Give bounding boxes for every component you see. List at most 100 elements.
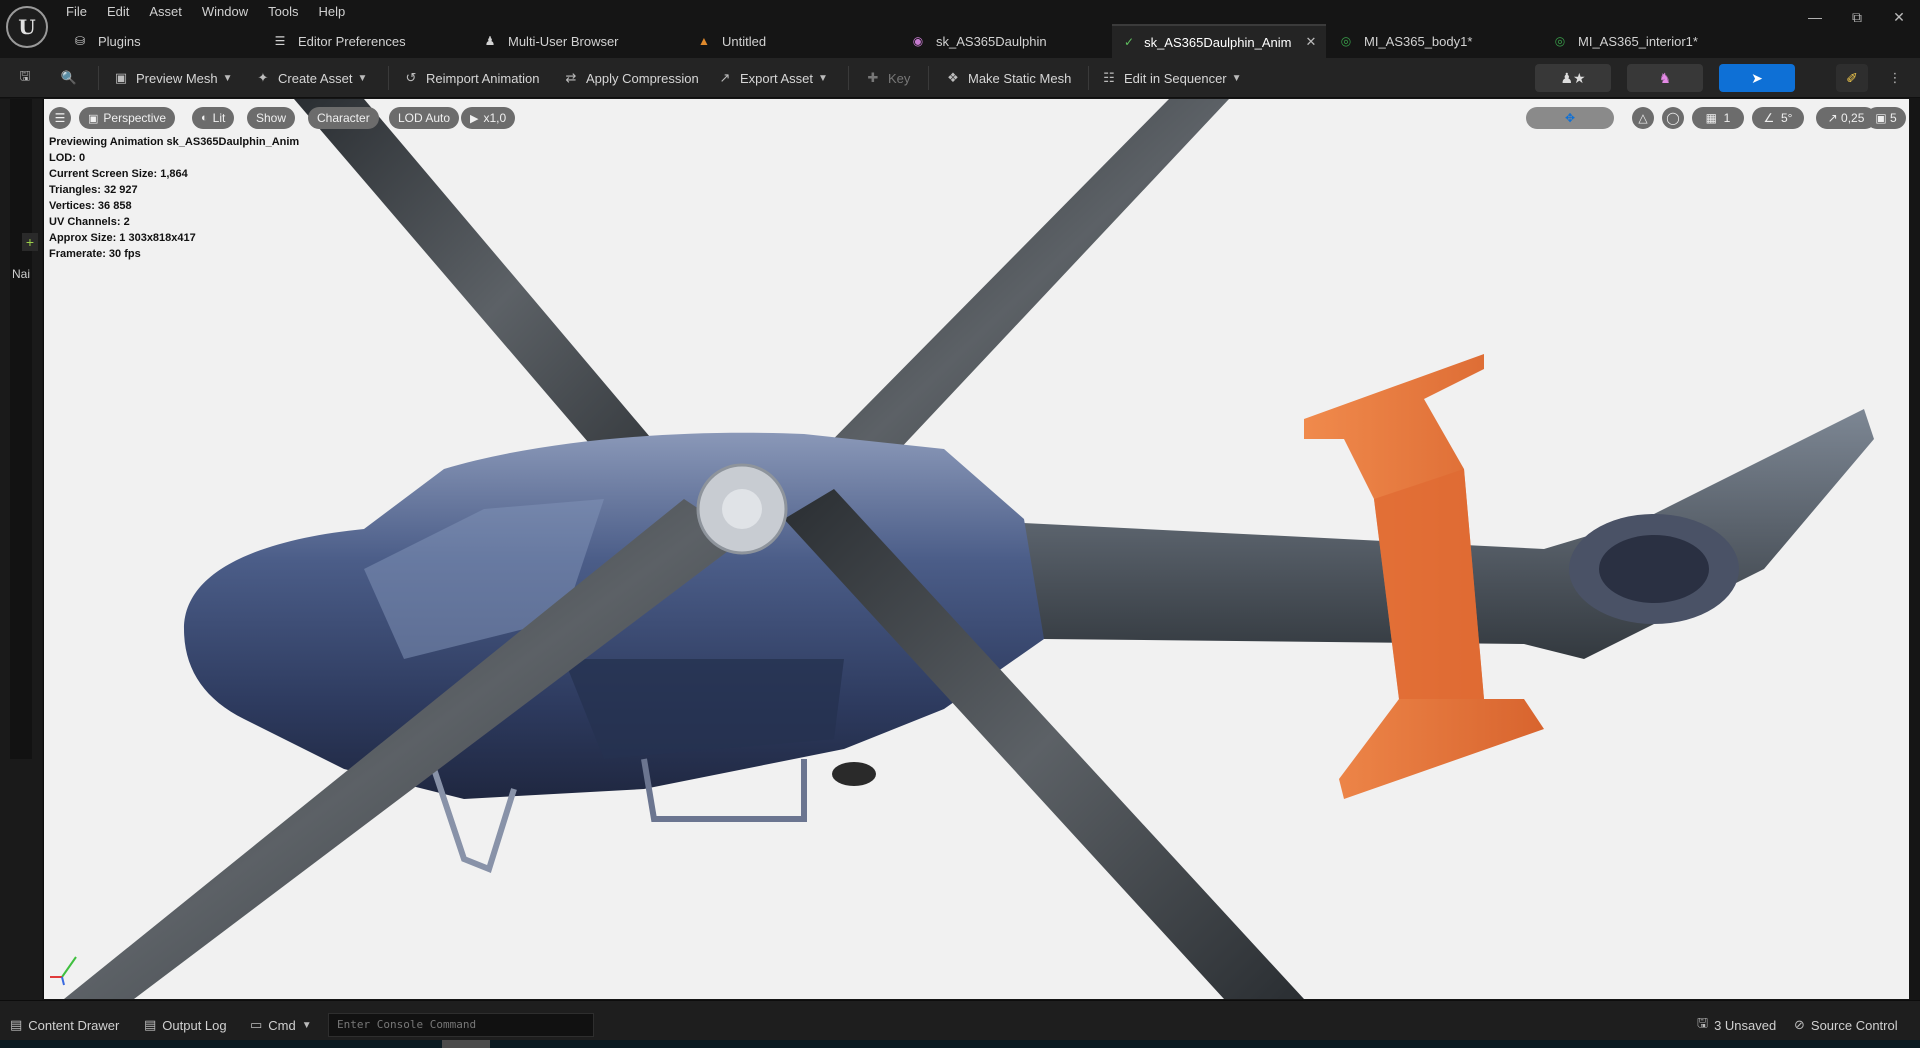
tab-editor-preferences[interactable]: ☰ Editor Preferences bbox=[260, 24, 470, 58]
skeleton-mode-icon: ♟★ bbox=[1560, 69, 1586, 86]
stat-line: Vertices: 36 858 bbox=[49, 200, 132, 212]
plug-icon: ⛁ bbox=[74, 34, 86, 48]
grid-icon: ▦ bbox=[1705, 111, 1717, 125]
cube-icon: ▣ bbox=[88, 112, 99, 125]
make-static-mesh-button[interactable]: ❖ Make Static Mesh bbox=[944, 58, 1071, 98]
material-instance-icon: ◎ bbox=[1554, 34, 1566, 48]
create-asset-button[interactable]: ✦ Create Asset ▼ bbox=[254, 58, 368, 98]
chevron-down-icon: ▼ bbox=[357, 72, 368, 84]
browse-icon: 🔍 bbox=[60, 70, 78, 85]
menu-edit[interactable]: Edit bbox=[97, 2, 139, 22]
log-icon: ▤ bbox=[144, 1017, 157, 1032]
edit-in-sequencer-button[interactable]: ☷ Edit in Sequencer ▼ bbox=[1100, 58, 1242, 98]
toolbar-divider bbox=[848, 66, 849, 90]
stat-line: LOD: 0 bbox=[49, 152, 86, 164]
chevron-down-icon: ▼ bbox=[817, 72, 828, 84]
tab-mi-interior[interactable]: ◎ MI_AS365_interior1* bbox=[1540, 24, 1754, 58]
minimize-icon[interactable]: — bbox=[1794, 0, 1836, 34]
camera-icon: ▣ bbox=[1875, 111, 1887, 125]
tab-mi-body[interactable]: ◎ MI_AS365_body1* bbox=[1326, 24, 1540, 58]
stat-line: Previewing Animation sk_AS365Daulphin_An… bbox=[49, 136, 300, 148]
lit-button[interactable]: ◐ Lit bbox=[192, 107, 235, 129]
create-asset-icon: ✦ bbox=[257, 70, 269, 85]
scrollbar-thumb[interactable] bbox=[442, 1040, 490, 1048]
tab-plugins[interactable]: ⛁ Plugins bbox=[60, 24, 260, 58]
tab-multi-user-browser[interactable]: ♟ Multi-User Browser bbox=[470, 24, 684, 58]
add-icon[interactable]: + bbox=[22, 233, 38, 251]
tab-skeleton[interactable]: ◉ sk_AS365Daulphin bbox=[898, 24, 1112, 58]
terminal-icon: ▭ bbox=[250, 1017, 263, 1032]
console-input[interactable]: Enter Console Command bbox=[328, 1013, 594, 1037]
key-button[interactable]: ✚ Key bbox=[864, 58, 911, 98]
axis-gizmo-icon bbox=[50, 956, 77, 986]
level-icon: ▲ bbox=[698, 34, 710, 48]
surface-snap-icon: △ bbox=[1638, 111, 1648, 125]
angle-icon: ∠ bbox=[1763, 111, 1775, 125]
move-icon: ✥ bbox=[1564, 111, 1576, 125]
preview-viewport[interactable]: ☰ ▣ Perspective ◐ Lit Show Character LOD A… bbox=[43, 99, 1909, 999]
lod-button[interactable]: LOD Auto bbox=[389, 107, 460, 129]
content-drawer-button[interactable]: ▤ Content Drawer bbox=[10, 1013, 119, 1037]
camera-speed-button[interactable]: ▣ 5 bbox=[1866, 107, 1906, 129]
show-button[interactable]: Show bbox=[247, 107, 296, 129]
menu-window[interactable]: Window bbox=[192, 2, 258, 22]
tab-untitled[interactable]: ▲ Untitled bbox=[684, 24, 898, 58]
apply-compression-button[interactable]: ⇄ Apply Compression bbox=[562, 58, 699, 98]
sliders-icon: ☰ bbox=[274, 34, 286, 48]
chevron-down-icon: ▼ bbox=[222, 72, 233, 84]
static-mesh-icon: ❖ bbox=[947, 70, 959, 85]
reimport-animation-button[interactable]: ↺ Reimport Animation bbox=[402, 58, 540, 98]
transform-mode-group[interactable]: ✥ bbox=[1526, 107, 1614, 129]
viewport-menu-button[interactable]: ☰ bbox=[49, 107, 71, 129]
world-local-button[interactable]: ◯ bbox=[1662, 107, 1684, 129]
character-button[interactable]: Character bbox=[308, 107, 379, 129]
export-asset-button[interactable]: ↗ Export Asset ▼ bbox=[716, 58, 828, 98]
unreal-logo-icon[interactable]: U bbox=[6, 6, 48, 48]
play-icon: ▶ bbox=[470, 112, 479, 125]
skeleton-mode-button[interactable]: ♟★ bbox=[1535, 64, 1611, 92]
left-panel: + Nai bbox=[0, 99, 42, 1000]
perspective-button[interactable]: ▣ Perspective bbox=[79, 107, 176, 129]
save-button[interactable]: 🖫 bbox=[16, 58, 40, 98]
playback-speed-button[interactable]: ▶ x1,0 bbox=[461, 107, 516, 129]
window-controls: — ⧉ ✕ bbox=[1794, 0, 1920, 34]
source-control-button[interactable]: ⊘ Source Control bbox=[1794, 1013, 1898, 1037]
menu-file[interactable]: File bbox=[66, 2, 97, 22]
save-icon: 🖫 bbox=[1697, 1015, 1709, 1030]
mesh-icon: ▣ bbox=[114, 70, 128, 85]
animation-icon: ✓ bbox=[1124, 35, 1135, 49]
chevron-down-icon: ▼ bbox=[301, 1019, 312, 1031]
output-log-button[interactable]: ▤ Output Log bbox=[144, 1013, 227, 1037]
unsaved-button[interactable]: 🖫 3 Unsaved bbox=[1697, 1013, 1776, 1037]
brush-icon: ✐ bbox=[1846, 69, 1858, 86]
document-tabs: ⛁ Plugins ☰ Editor Preferences ♟ Multi-U… bbox=[60, 24, 1754, 58]
chevron-down-icon: ▼ bbox=[1231, 72, 1242, 84]
users-icon: ♟ bbox=[484, 34, 496, 48]
scale-icon: ↗ bbox=[1827, 111, 1838, 125]
rotation-snap-button[interactable]: ∠ 5° bbox=[1752, 107, 1804, 129]
preview-mesh-button[interactable]: ▣ Preview Mesh ▼ bbox=[112, 58, 233, 98]
surface-snap-button[interactable]: △ bbox=[1632, 107, 1654, 129]
close-tab-icon[interactable]: ✕ bbox=[1306, 34, 1317, 50]
tab-animation[interactable]: ✓ sk_AS365Daulphin_Anim ✕ bbox=[1112, 24, 1326, 58]
plus-icon: ✚ bbox=[867, 70, 879, 85]
horizontal-scrollbar[interactable] bbox=[0, 1040, 1920, 1048]
restore-icon[interactable]: ⧉ bbox=[1836, 0, 1878, 34]
settings-button[interactable]: ✐ bbox=[1836, 64, 1868, 92]
cmd-dropdown[interactable]: ▭ Cmd ▼ bbox=[250, 1013, 318, 1037]
running-figure-icon: ➤ bbox=[1751, 69, 1763, 86]
toolbar-divider bbox=[388, 66, 389, 90]
grid-snap-button[interactable]: ▦ 1 bbox=[1692, 107, 1744, 129]
save-icon: 🖫 bbox=[19, 68, 31, 83]
more-options-button[interactable]: ⋮ bbox=[1886, 58, 1910, 98]
mesh-mode-button[interactable]: ♞ bbox=[1627, 64, 1703, 92]
skeleton-tree-strip[interactable] bbox=[10, 99, 32, 759]
export-icon: ↗ bbox=[719, 70, 731, 85]
menu-tools[interactable]: Tools bbox=[258, 2, 308, 22]
menu-asset[interactable]: Asset bbox=[139, 2, 192, 22]
close-window-icon[interactable]: ✕ bbox=[1878, 0, 1920, 34]
animation-mode-button[interactable]: ➤ bbox=[1719, 64, 1795, 92]
asset-toolbar: 🖫 🔍 ▣ Preview Mesh ▼ ✦ Create Asset ▼ ↺ Re… bbox=[0, 58, 1920, 98]
browse-button[interactable]: 🔍 bbox=[60, 58, 84, 98]
menu-help[interactable]: Help bbox=[308, 2, 355, 22]
